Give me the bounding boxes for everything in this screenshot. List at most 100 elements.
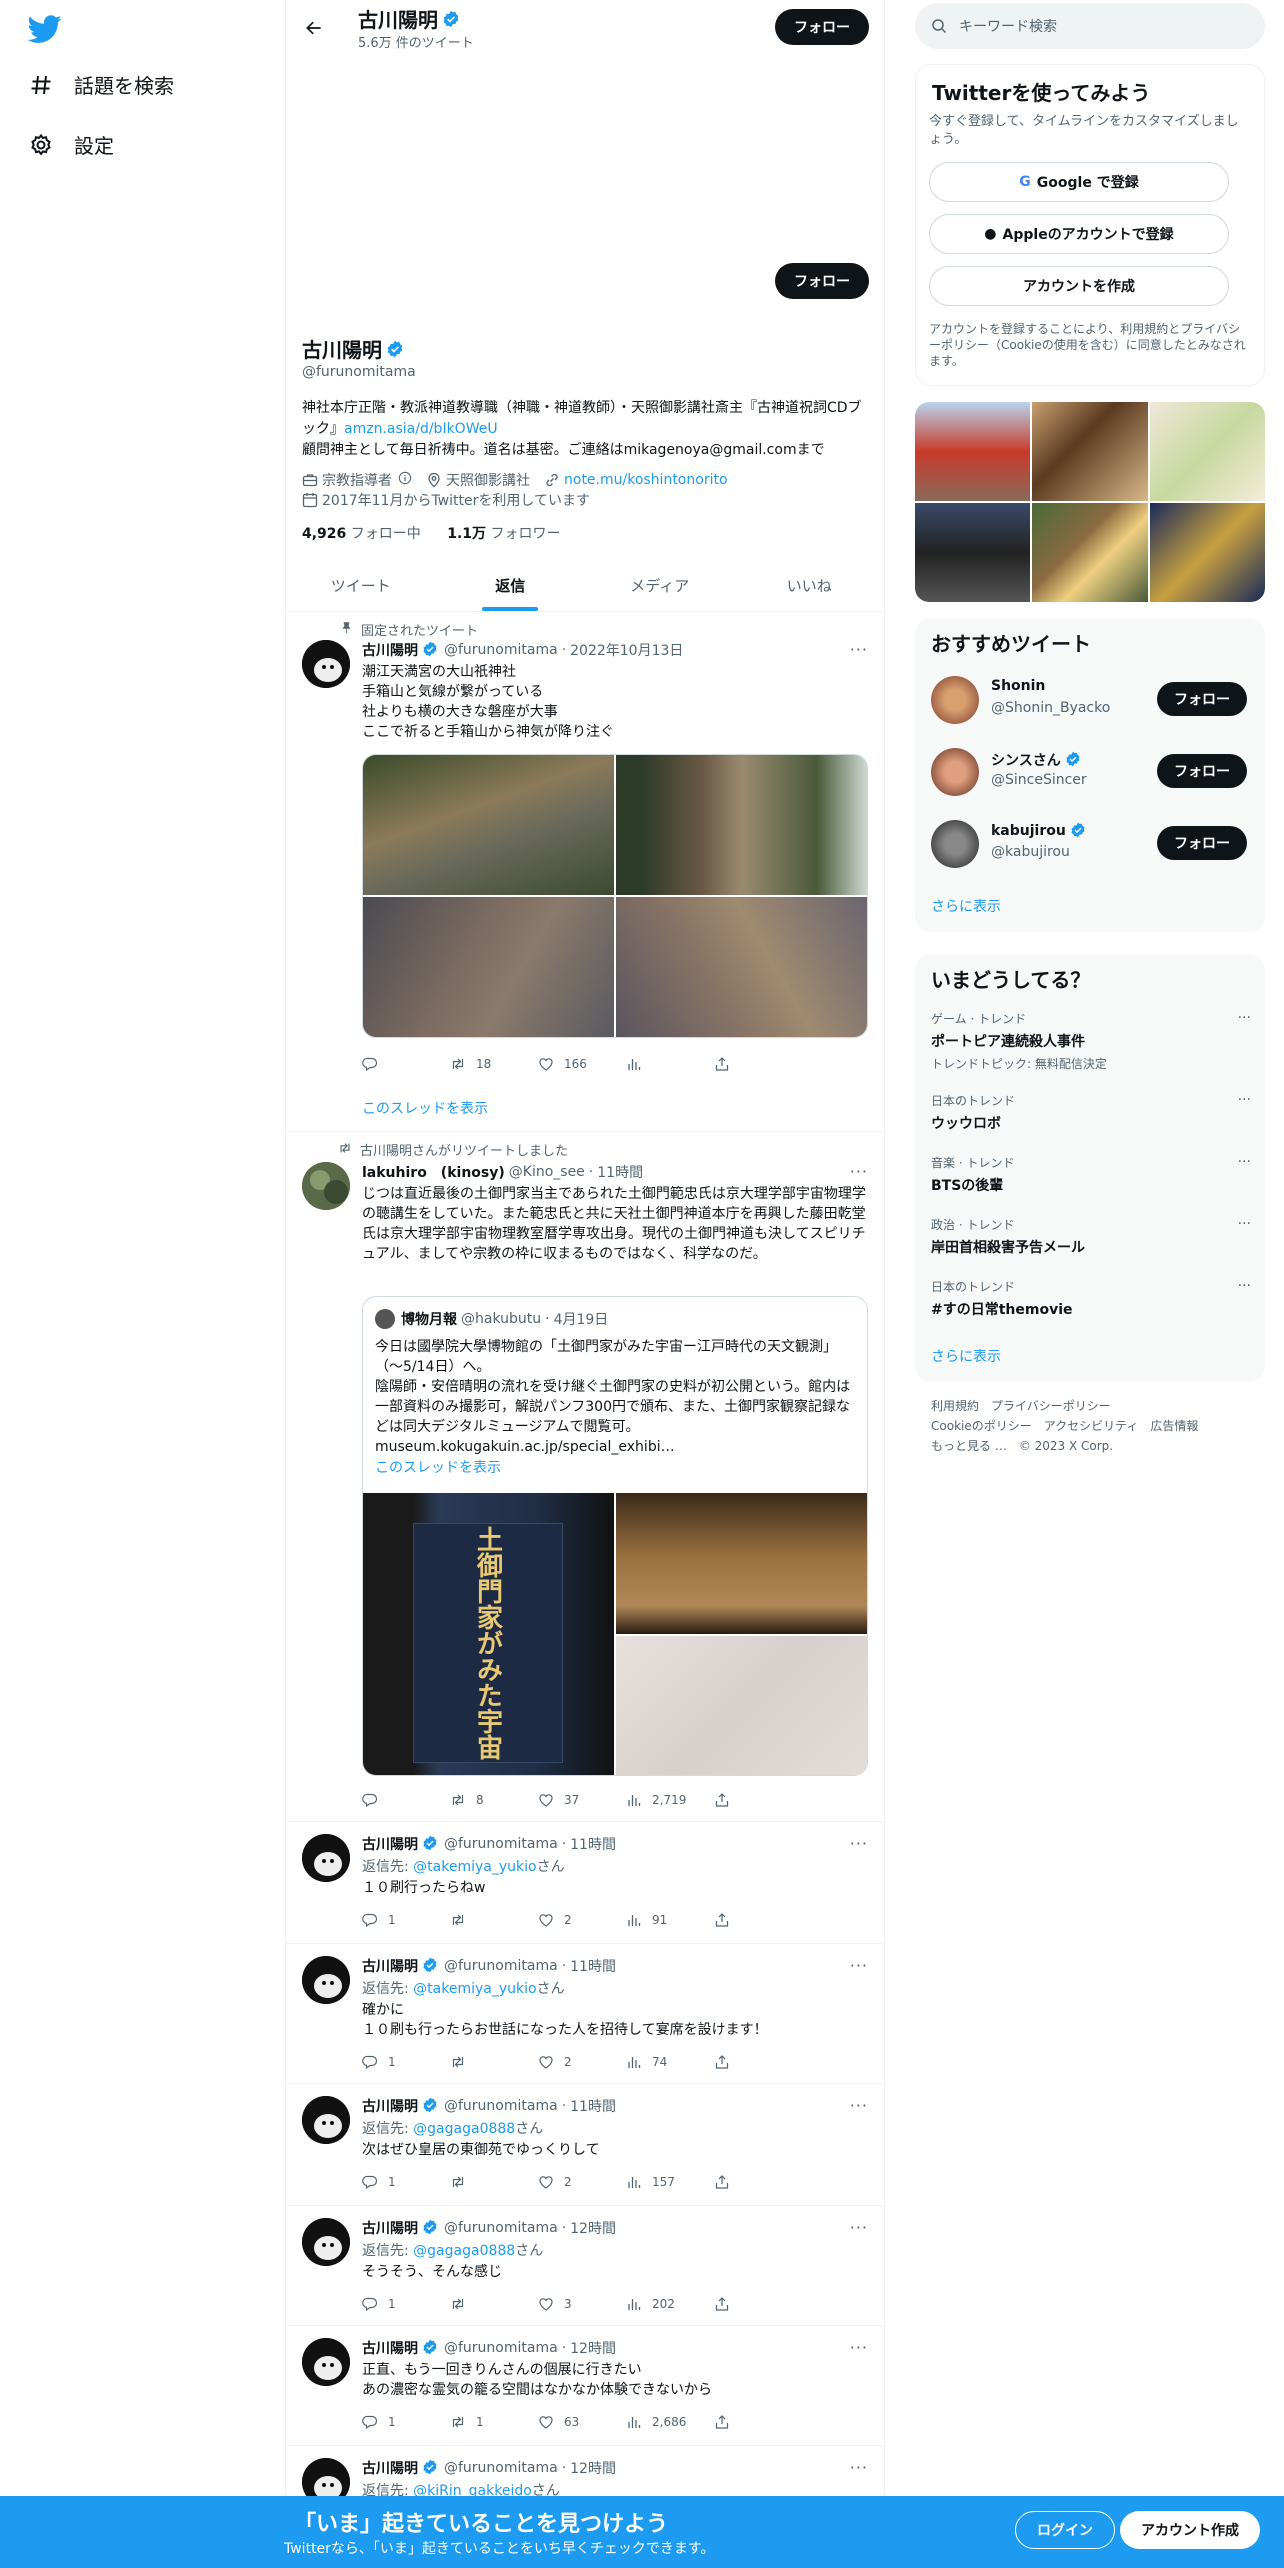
more-icon[interactable]: ··· xyxy=(850,1956,868,1975)
avatar[interactable] xyxy=(302,1834,350,1882)
google-signup-button[interactable]: G Google で登録 xyxy=(929,162,1229,202)
like-button[interactable]: 3 xyxy=(538,2294,626,2314)
reply-button[interactable] xyxy=(362,1054,450,1074)
media-thumb[interactable] xyxy=(1032,402,1148,501)
tweet-time[interactable]: 12時間 xyxy=(570,2458,616,2478)
tab-likes[interactable]: いいね xyxy=(735,560,885,611)
more-icon[interactable]: ··· xyxy=(850,2338,868,2357)
views-button[interactable]: 91 xyxy=(626,1910,714,1930)
views-button[interactable]: 202 xyxy=(626,2294,714,2314)
share-button[interactable] xyxy=(714,2052,802,2072)
bio-link[interactable]: amzn.asia/d/bIkOWeU xyxy=(344,421,498,437)
avatar[interactable] xyxy=(302,2218,350,2266)
more-icon[interactable]: ··· xyxy=(850,2458,868,2477)
trend-item[interactable]: 日本のトレンド ウッウロボ ··· xyxy=(931,1092,1251,1133)
media-thumb[interactable] xyxy=(1149,503,1265,602)
search-input[interactable]: キーワード検索 xyxy=(915,3,1265,49)
author-name[interactable]: 古川陽明 xyxy=(362,1834,418,1854)
more-icon[interactable]: ··· xyxy=(850,2218,868,2237)
reply-to-handle[interactable]: @takemiya_yukio xyxy=(413,1981,536,1997)
more-icon[interactable]: ··· xyxy=(1238,1092,1251,1108)
recommended-account[interactable]: シンスさん @SinceSincer フォロー xyxy=(931,744,1251,800)
reply-tweet[interactable]: 古川陽明 @furunomitama · 11時間 ··· 返信先: @takemiya_… xyxy=(286,1822,884,1944)
author-name[interactable]: 古川陽明 xyxy=(362,2096,418,2116)
reply-tweet[interactable]: 古川陽明 @furunomitama · 12時間 ··· 正直、もう一回きりんさんの個展… xyxy=(286,2326,884,2446)
more-icon[interactable]: ··· xyxy=(850,640,868,659)
reply-tweet[interactable]: 古川陽明 @furunomitama · 11時間 ··· 返信先: @gagaga088… xyxy=(286,2084,884,2206)
like-button[interactable]: 37 xyxy=(538,1790,626,1810)
reply-tweet[interactable]: 古川陽明 @furunomitama · 11時間 ··· 返信先: @takemiya_… xyxy=(286,1944,884,2084)
signup-button[interactable]: アカウント作成 xyxy=(1120,2511,1260,2549)
trend-item[interactable]: 政治 · トレンド 岸田首相殺害予告メール ··· xyxy=(931,1216,1251,1257)
tweet-time[interactable]: 11時間 xyxy=(597,1162,643,1182)
reply-button[interactable] xyxy=(362,1790,450,1810)
tweet-media-grid[interactable] xyxy=(362,754,868,1038)
author-name[interactable]: 古川陽明 xyxy=(362,1956,418,1976)
quoted-tweet[interactable]: 博物月報 @hakubutu · 4月19日 今日は國學院大學博物館の「土御門家… xyxy=(362,1296,868,1776)
recommended-account[interactable]: kabujirou @kabujirou フォロー xyxy=(931,816,1251,872)
avatar[interactable] xyxy=(931,820,979,868)
reply-button[interactable]: 1 xyxy=(362,2294,450,2314)
back-arrow-icon[interactable] xyxy=(300,14,328,42)
like-button[interactable]: 63 xyxy=(538,2412,626,2432)
views-button[interactable]: 2,686 xyxy=(626,2412,714,2432)
tweet-time[interactable]: 12時間 xyxy=(570,2218,616,2238)
tab-tweets[interactable]: ツイート xyxy=(286,560,436,611)
footer-line-3[interactable]: もっと見る … © 2023 X Corp. xyxy=(931,1436,1251,1456)
recommended-show-more[interactable]: さらに表示 xyxy=(931,896,1001,916)
apple-signup-button[interactable]: ● Appleのアカウントで登録 xyxy=(929,214,1229,254)
avatar[interactable] xyxy=(931,676,979,724)
media-image[interactable] xyxy=(363,897,614,1037)
more-icon[interactable]: ··· xyxy=(1238,1278,1251,1294)
share-button[interactable] xyxy=(714,1790,802,1810)
trend-item[interactable]: 日本のトレンド #すの日常themovie ··· xyxy=(931,1278,1251,1319)
footer-line-1[interactable]: 利用規約 プライバシーポリシー xyxy=(931,1396,1251,1416)
views-button[interactable]: 2,719 xyxy=(626,1790,714,1810)
like-button[interactable]: 2 xyxy=(538,1910,626,1930)
profile-media-grid[interactable] xyxy=(915,402,1265,602)
more-icon[interactable]: ··· xyxy=(850,1162,868,1181)
profile-website[interactable]: note.mu/koshintonorito xyxy=(564,472,728,488)
reply-button[interactable]: 1 xyxy=(362,2052,450,2072)
share-button[interactable] xyxy=(714,1910,802,1930)
exhibit-poster-image[interactable]: 土御門家がみた宇宙 xyxy=(363,1493,614,1775)
more-icon[interactable]: ··· xyxy=(1238,1216,1251,1232)
media-image[interactable] xyxy=(616,1493,867,1634)
nav-explore[interactable]: 話題を検索 xyxy=(28,70,174,99)
trend-item[interactable]: ゲーム · トレンド ポートピア連続殺人事件 トレンドトピック: 無料配信決定 ··· xyxy=(931,1010,1251,1072)
more-icon[interactable]: ··· xyxy=(850,2096,868,2115)
avatar[interactable] xyxy=(302,1956,350,2004)
reply-button[interactable]: 1 xyxy=(362,2412,450,2432)
share-button[interactable] xyxy=(714,1054,802,1074)
retweeted-tweet[interactable]: 古川陽明さんがリツイートしました lakuhiro (kinosy) @Kino… xyxy=(286,1132,884,1822)
author-name[interactable]: lakuhiro (kinosy) xyxy=(362,1162,505,1182)
retweet-button[interactable]: 1 xyxy=(450,2412,538,2432)
retweet-button[interactable] xyxy=(450,2052,538,2072)
like-button[interactable]: 166 xyxy=(538,1054,626,1074)
media-image[interactable] xyxy=(616,755,867,895)
tweet-time[interactable]: 11時間 xyxy=(570,1834,616,1854)
like-button[interactable]: 2 xyxy=(538,2172,626,2192)
follow-button[interactable]: フォロー xyxy=(1157,826,1247,860)
reply-to-handle[interactable]: @takemiya_yukio xyxy=(413,1859,536,1875)
media-thumb[interactable] xyxy=(1149,402,1265,501)
login-button[interactable]: ログイン xyxy=(1015,2511,1115,2549)
nav-settings[interactable]: 設定 xyxy=(28,130,114,159)
share-button[interactable] xyxy=(714,2172,802,2192)
author-name[interactable]: 古川陽明 xyxy=(362,640,418,660)
media-thumb[interactable] xyxy=(915,402,1031,501)
media-thumb[interactable] xyxy=(915,503,1031,602)
trends-show-more[interactable]: さらに表示 xyxy=(931,1346,1001,1366)
follow-button[interactable]: フォロー xyxy=(1157,754,1247,788)
views-button[interactable]: 157 xyxy=(626,2172,714,2192)
retweet-button[interactable]: 18 xyxy=(450,1054,538,1074)
followers-link[interactable]: 1.1万 フォロワー xyxy=(447,526,560,542)
media-thumb[interactable] xyxy=(1032,503,1148,602)
reply-to-handle[interactable]: @gagaga0888 xyxy=(413,2243,515,2259)
reply-button[interactable]: 1 xyxy=(362,2172,450,2192)
header-follow-button[interactable]: フォロー xyxy=(775,9,869,45)
reply-button[interactable]: 1 xyxy=(362,1910,450,1930)
pinned-tweet[interactable]: 固定されたツイート 古川陽明 @furunomitama · 2022年10月1… xyxy=(286,612,884,1132)
more-icon[interactable]: ··· xyxy=(850,1834,868,1853)
tweet-date[interactable]: 2022年10月13日 xyxy=(570,640,683,660)
